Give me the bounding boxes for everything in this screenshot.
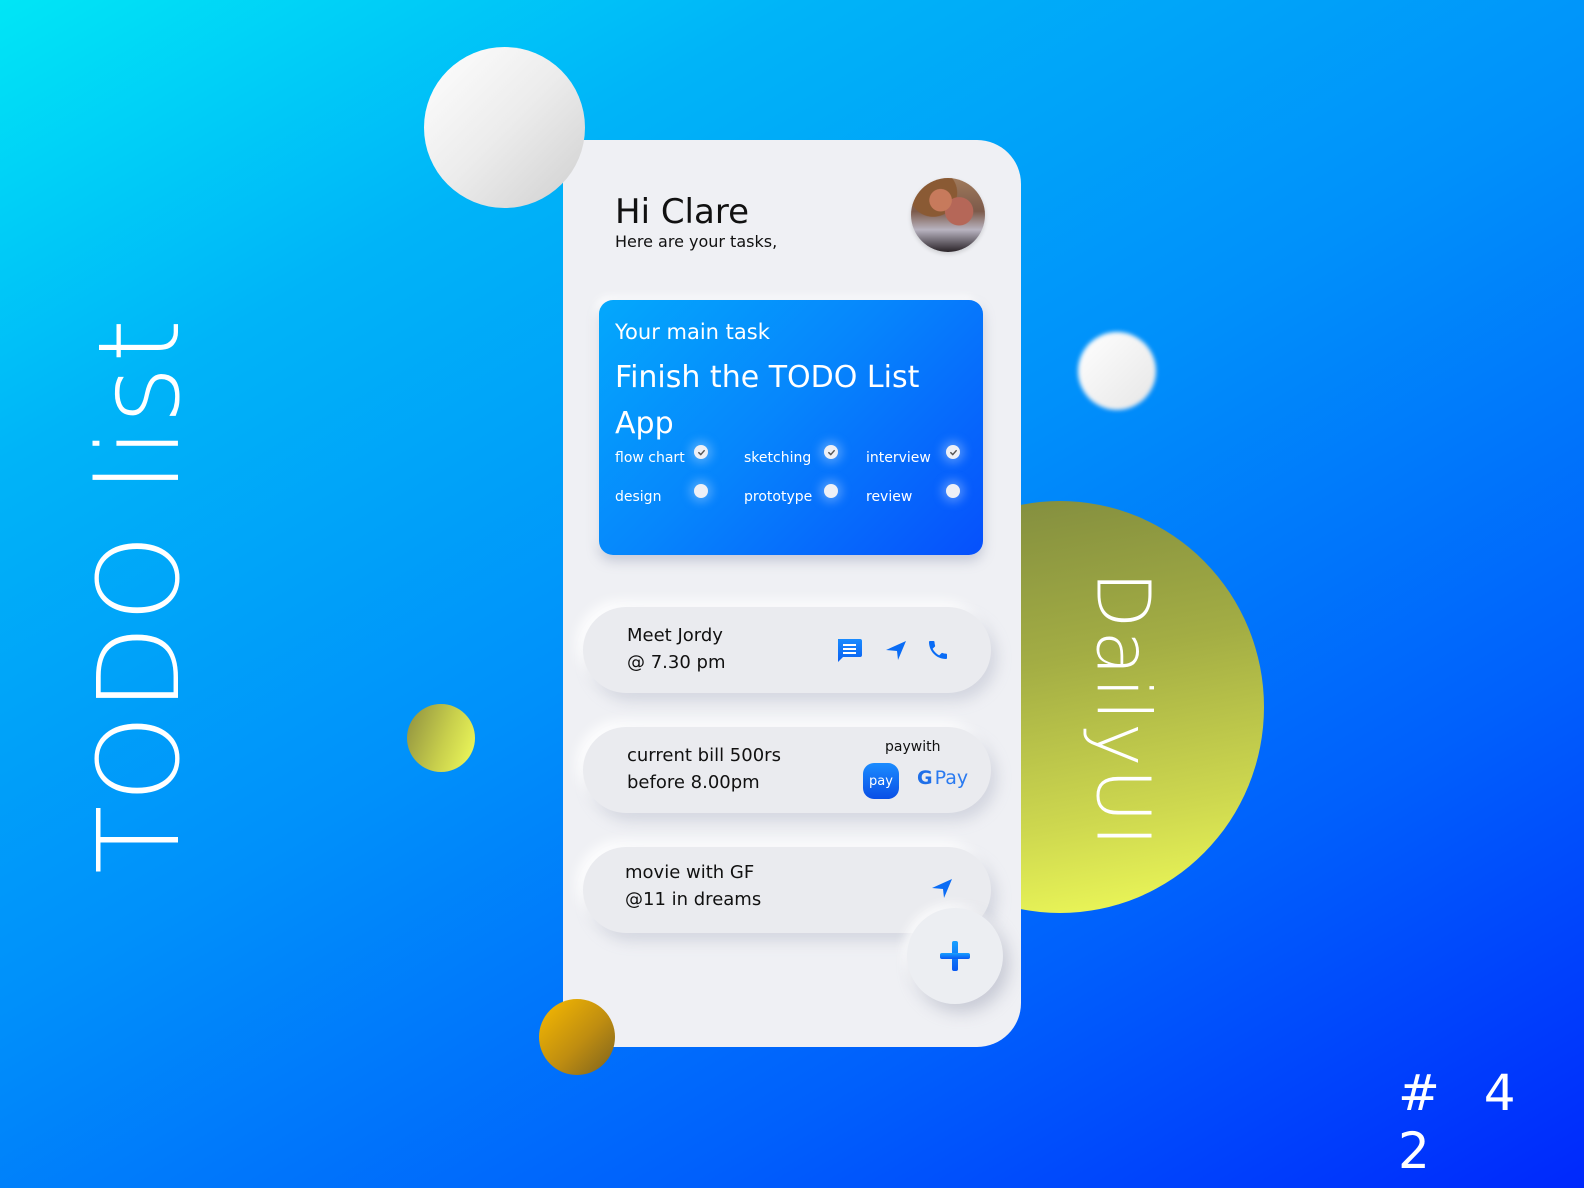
message-icon[interactable] — [835, 636, 863, 664]
subtask-prototype[interactable]: prototype — [744, 489, 812, 505]
subtask-interview[interactable]: interview — [866, 450, 931, 466]
samsung-pay-icon: pay — [869, 773, 893, 789]
subtask-label: prototype — [744, 489, 813, 505]
subtask-label: flow chart — [615, 450, 685, 466]
subtask-flow-chart[interactable]: flow chart — [615, 450, 685, 466]
decorative-gold-sphere — [539, 999, 615, 1075]
phone-icon[interactable] — [925, 637, 951, 663]
task-title: current bill 500rs — [627, 745, 781, 766]
decorative-lime-sphere — [407, 704, 475, 772]
side-title-text: TODO list — [75, 315, 206, 875]
check-icon[interactable] — [694, 445, 708, 459]
subtask-review[interactable]: review — [866, 489, 912, 505]
task-time: @11 in dreams — [625, 889, 762, 910]
empty-circle-icon[interactable] — [694, 484, 708, 498]
google-g-icon: G — [917, 767, 933, 789]
task-time: before 8.00pm — [627, 772, 760, 793]
main-task-card[interactable]: Your main task Finish the TODO List App … — [599, 300, 983, 555]
google-pay-label: Pay — [934, 767, 969, 789]
decorative-white-sphere — [424, 47, 585, 208]
poster-side-title: TODO list — [60, 300, 220, 890]
challenge-number: # 4 2 — [1398, 1064, 1530, 1180]
subtask-label: interview — [866, 450, 931, 466]
user-avatar[interactable] — [911, 178, 985, 252]
subtask-label: sketching — [744, 450, 812, 466]
check-icon[interactable] — [824, 445, 838, 459]
task-item[interactable]: Meet Jordy @ 7.30 pm — [583, 607, 991, 693]
subtask-design[interactable]: design — [615, 489, 661, 505]
phone-screen: Hi Clare Here are your tasks, Your main … — [563, 140, 1021, 1047]
task-title: Meet Jordy — [627, 625, 723, 646]
main-task-eyebrow: Your main task — [615, 320, 770, 344]
decorative-blurred-sphere — [1078, 332, 1156, 410]
subtask-label: review — [866, 489, 913, 505]
google-pay-button[interactable]: G Pay — [917, 767, 968, 789]
empty-circle-icon[interactable] — [824, 484, 838, 498]
subtask-sketching[interactable]: sketching — [744, 450, 811, 466]
greeting-title: Hi Clare — [615, 192, 749, 232]
main-task-title: Finish the TODO List App — [615, 360, 920, 441]
check-icon[interactable] — [946, 445, 960, 459]
plus-icon — [940, 941, 970, 971]
empty-circle-icon[interactable] — [946, 484, 960, 498]
navigation-icon[interactable] — [929, 875, 955, 901]
task-item[interactable]: current bill 500rs before 8.00pm paywith… — [583, 727, 991, 813]
paywith-label: paywith — [885, 739, 941, 755]
samsung-pay-button[interactable]: pay — [863, 763, 899, 799]
task-time: @ 7.30 pm — [627, 652, 726, 673]
greeting-subtitle: Here are your tasks, — [615, 232, 778, 251]
navigation-icon[interactable] — [883, 637, 909, 663]
brand-label-text: DailyUI — [1080, 571, 1167, 849]
task-title: movie with GF — [625, 862, 755, 883]
add-task-button[interactable] — [907, 908, 1003, 1004]
brand-label: DailyUI — [1078, 571, 1168, 848]
subtask-label: design — [615, 489, 662, 505]
